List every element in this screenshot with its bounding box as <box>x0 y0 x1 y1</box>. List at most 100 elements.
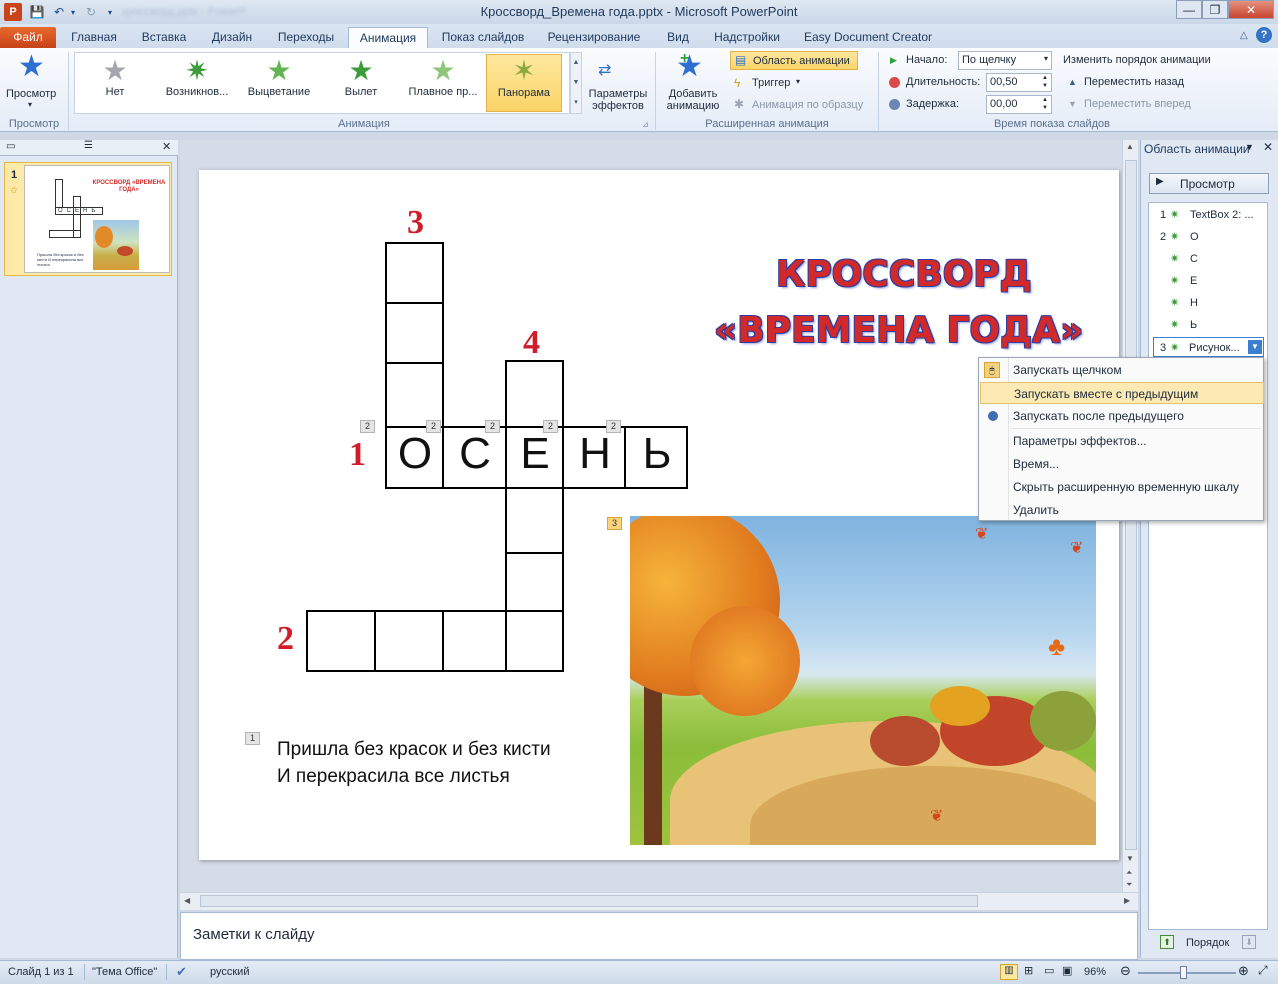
minimize-button[interactable]: — <box>1176 0 1202 19</box>
close-animation-pane-icon[interactable]: ✕ <box>1263 140 1273 154</box>
close-button[interactable]: ✕ <box>1228 0 1274 19</box>
scroll-up-icon[interactable]: ▲ <box>1126 142 1134 151</box>
zoom-slider-thumb[interactable] <box>1180 966 1187 979</box>
crossword-cell[interactable] <box>442 610 507 672</box>
animation-list-item[interactable]: ✷ Ь <box>1150 315 1266 335</box>
spinner-icon[interactable]: ▲ ▼ <box>1042 74 1048 90</box>
animation-list-item[interactable]: ✷ Н <box>1150 293 1266 313</box>
move-later-button[interactable]: Переместить вперед <box>1084 98 1191 110</box>
animation-order-tag[interactable]: 2 <box>606 420 621 433</box>
gallery-item-none[interactable]: ★ Нет <box>80 56 150 110</box>
tab-view[interactable]: Вид <box>656 27 700 48</box>
gallery-item-fade[interactable]: ★ Выцветание <box>242 56 316 110</box>
crossword-cell[interactable] <box>306 610 376 672</box>
tab-review[interactable]: Рецензирование <box>538 27 650 48</box>
delay-field[interactable]: 00,00 ▲ ▼ <box>986 95 1052 114</box>
gallery-item-appear[interactable]: ✷ Возникнов... <box>158 56 236 110</box>
spellcheck-icon[interactable]: ✔ <box>176 964 187 980</box>
slide-thumbnail[interactable]: 1 ✩ КРОССВОРД «ВРЕМЕНА ГОДА» ОСЕНЬ Пришл… <box>4 162 172 276</box>
menu-item-start-on-click[interactable]: 🖱 Запускать щелчком <box>980 359 1264 381</box>
effect-options-button[interactable]: Параметры эффектов <box>587 88 649 112</box>
crossword-cell[interactable] <box>385 302 444 364</box>
animation-pane-button[interactable]: ▤ Область анимации <box>730 51 858 70</box>
crossword-letter[interactable]: О <box>385 429 445 479</box>
theme-name[interactable]: "Тема Office" <box>92 966 157 978</box>
gallery-item-fly-in[interactable]: ★ Вылет <box>326 56 396 110</box>
move-earlier-button[interactable]: Переместить назад <box>1084 76 1184 88</box>
crossword-cell[interactable] <box>505 487 564 554</box>
animation-list-item[interactable]: ✷ Е <box>1150 271 1266 291</box>
preview-star-icon[interactable]: ★ <box>18 52 45 82</box>
clue-number-1[interactable]: 1 <box>349 436 366 474</box>
menu-item-start-after-previous[interactable]: Запускать после предыдущего <box>980 405 1264 427</box>
horizontal-scroll-thumb[interactable] <box>200 895 978 907</box>
effect-options-icon[interactable]: ⇄ <box>598 60 611 80</box>
close-pane-icon[interactable]: ✕ <box>162 140 171 153</box>
tab-transitions[interactable]: Переходы <box>268 27 344 48</box>
animation-list-item[interactable]: 2 ✷ О <box>1150 227 1266 247</box>
crossword-letter[interactable]: С <box>445 429 505 479</box>
spinner-icon[interactable]: ▲ ▼ <box>1042 96 1048 112</box>
zoom-out-icon[interactable]: ⊖ <box>1120 963 1131 979</box>
add-animation-button[interactable]: Добавить анимацию <box>660 88 726 112</box>
restore-button[interactable]: ❐ <box>1202 0 1228 19</box>
dialog-launcher-icon[interactable]: ⊿ <box>642 120 649 129</box>
clue-number-3[interactable]: 3 <box>407 204 424 242</box>
reading-view-icon[interactable]: ▭ <box>1044 964 1054 977</box>
crossword-cell[interactable] <box>374 610 444 672</box>
slide-title-line1[interactable]: КРОССВОРД <box>776 254 1032 295</box>
animation-order-tag[interactable]: 2 <box>360 420 375 433</box>
clue-number-2[interactable]: 2 <box>277 620 294 658</box>
animation-order-tag[interactable]: 2 <box>543 420 558 433</box>
preview-button[interactable]: Просмотр <box>6 88 56 100</box>
tab-slideshow[interactable]: Показ слайдов <box>434 27 532 48</box>
animation-order-tag[interactable]: 2 <box>426 420 441 433</box>
animation-list-item[interactable]: ✷ С <box>1150 249 1266 269</box>
animation-order-tag[interactable]: 2 <box>485 420 500 433</box>
animation-list-item[interactable]: 1 ✷ TextBox 2: ... <box>1150 205 1266 225</box>
gallery-item-float-in[interactable]: ★ Плавное пр... <box>404 56 482 110</box>
tab-file[interactable]: Файл <box>0 27 56 48</box>
preview-dropdown-icon[interactable]: ▾ <box>28 100 32 109</box>
trigger-dropdown-icon[interactable]: ▾ <box>796 77 800 86</box>
zoom-slider-track[interactable] <box>1138 972 1236 974</box>
crossword-letter[interactable]: Н <box>565 429 625 479</box>
animation-order-tag-picture[interactable]: 3 <box>607 517 622 530</box>
menu-item-timing[interactable]: Время... <box>980 453 1264 475</box>
horizontal-scrollbar[interactable]: ◀ ▶ <box>180 892 1138 910</box>
reorder-down-icon[interactable]: ⬇ <box>1242 935 1256 949</box>
scroll-right-icon[interactable]: ▶ <box>1124 896 1130 905</box>
riddle-textbox[interactable]: Пришла без красок и без кисти И перекрас… <box>277 736 551 790</box>
item-dropdown-icon[interactable]: ▼ <box>1248 340 1262 354</box>
autumn-landscape-picture[interactable]: ♣ ❦ ❦ ❦ <box>630 516 1096 845</box>
animation-order-tag-text[interactable]: 1 <box>245 732 260 745</box>
crossword-cell[interactable] <box>385 362 444 428</box>
crossword-cell[interactable] <box>505 610 564 672</box>
zoom-in-icon[interactable]: ⊕ <box>1238 963 1249 979</box>
tab-design[interactable]: Дизайн <box>202 27 262 48</box>
menu-item-effect-options[interactable]: Параметры эффектов... <box>980 430 1264 452</box>
gallery-item-pan-selected[interactable]: ✶ Панорама <box>486 54 562 112</box>
clue-number-4[interactable]: 4 <box>523 324 540 362</box>
minimize-ribbon-icon[interactable]: △ <box>1240 30 1248 41</box>
language-indicator[interactable]: русский <box>210 966 249 978</box>
slide-sorter-icon[interactable]: ⊞ <box>1024 964 1033 977</box>
menu-item-remove[interactable]: Удалить <box>980 499 1264 521</box>
crossword-cell[interactable] <box>505 360 564 428</box>
tab-insert[interactable]: Вставка <box>132 27 196 48</box>
menu-item-hide-timeline[interactable]: Скрыть расширенную временную шкалу <box>980 476 1264 498</box>
play-animation-button[interactable]: ▶ Просмотр <box>1149 173 1269 194</box>
slide-title-line2[interactable]: «ВРЕМЕНА ГОДА» <box>714 310 1083 351</box>
crossword-letter[interactable]: Е <box>505 429 565 479</box>
crossword-letter[interactable]: Ь <box>627 429 687 479</box>
next-slide-icon[interactable]: ⏷ <box>1126 880 1132 890</box>
gallery-scroll[interactable]: ▲ ▼ ▾ <box>570 52 582 114</box>
outline-tab-icon[interactable]: ☰ <box>84 140 93 151</box>
slideshow-icon[interactable]: ▣ <box>1062 964 1072 977</box>
crossword-cell[interactable] <box>385 242 444 304</box>
trigger-button[interactable]: Триггер <box>752 77 790 89</box>
tab-animations[interactable]: Анимация <box>348 27 428 48</box>
tab-home[interactable]: Главная <box>62 27 126 48</box>
animation-list-item-selected[interactable]: 3 ✷ Рисунок... ▼ <box>1153 337 1264 357</box>
menu-item-start-with-previous[interactable]: Запускать вместе с предыдущим <box>980 382 1264 404</box>
